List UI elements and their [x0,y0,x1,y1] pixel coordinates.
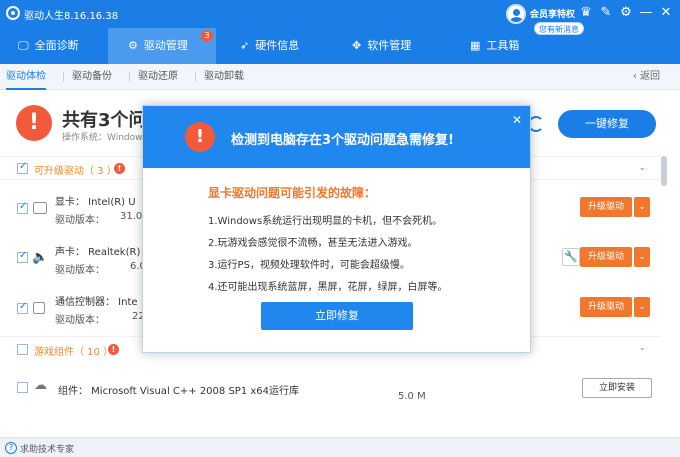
graphics-card-icon [33,202,47,214]
warning-icon: ! [108,344,119,355]
tab-divider [195,72,196,82]
dialog-title: 检测到电脑存在3个驱动问题急需修复! [231,133,454,148]
settings-gear-icon[interactable]: ⚙ [618,5,634,21]
back-link[interactable]: ‹ 返回 [633,64,660,90]
warning-icon: ! [114,163,125,174]
install-now-button[interactable]: 立即安装 [582,378,652,398]
alert-icon: ! [185,122,215,152]
nav-full-diagnosis[interactable]: 🖵 全面诊断 [18,28,108,64]
chevron-down-icon[interactable]: ⌄ [638,163,646,173]
alert-icon: ! [16,105,52,141]
driver-version-label: 驱动版本： [55,265,105,276]
section-label: 可升级驱动（ 3 ） [34,166,117,177]
app-title: 驱动人生8.16.16.38 [24,11,119,22]
chevron-down-icon[interactable]: ⌄ [634,297,650,317]
user-avatar[interactable] [506,4,526,24]
component-size: 5.0 M [398,391,426,402]
gear-icon: ⚙ [128,39,138,52]
expert-help-link[interactable]: 求助技术专家 [20,442,74,455]
tab-driver-check[interactable]: 驱动体检 [6,64,46,90]
upgrade-driver-button[interactable]: 升级驱动 [580,297,632,317]
fix-now-button[interactable]: 立即修复 [261,302,413,330]
chevron-down-icon[interactable]: ⌄ [634,247,650,267]
speaker-icon: 🔈 [32,250,49,265]
apps-icon: ✥ [352,39,362,52]
tab-driver-backup[interactable]: 驱动备份 [72,64,112,90]
cloud-icon: ☁ [34,378,47,393]
tab-divider [63,72,64,82]
upgrade-driver-button[interactable]: 升级驱动 [580,197,632,217]
nav-hardware-info[interactable]: ➶ 硬件信息 [240,28,330,64]
help-icon: ? [5,442,17,454]
wrench-icon[interactable]: 🔧 [562,248,580,266]
vip-privilege-link[interactable]: 会员享特权 [530,7,575,20]
crown-icon[interactable]: ♛ [578,5,594,21]
chevron-left-icon: ‹ [632,71,640,82]
status-bar: ? 求助技术专家 [0,437,680,457]
scrollbar-thumb[interactable] [661,156,667,186]
tab-driver-restore[interactable]: 驱动还原 [138,64,178,90]
driver-problem-dialog: ! 检测到电脑存在3个驱动问题急需修复! ✕ 显卡驱动问题可能引发的故障： 1.… [142,105,531,353]
minimize-icon[interactable]: — [638,5,654,21]
dialog-subtitle: 显卡驱动问题可能引发的故障： [208,186,377,200]
close-icon[interactable]: ✕ [512,114,522,126]
tab-divider [129,72,130,82]
row-checkbox[interactable] [17,201,28,214]
driver-version-label: 驱动版本： [55,215,105,226]
close-icon[interactable]: ✕ [658,5,674,21]
nav-driver-management[interactable]: ⚙ 驱动管理 3 [108,28,216,64]
issue-line: 3.运行PS，视频处理软件时，可能会超级慢。 [208,260,410,271]
app-window: 驱动人生8.16.16.38 会员享特权 ♛ ✎ ⚙ — ✕ 您有新消息 🖵 全面… [0,0,680,457]
driver-version-label: 驱动版本： [55,315,105,326]
new-message-badge[interactable]: 您有新消息 [534,22,584,35]
row-checkbox[interactable] [17,301,28,314]
section-checkbox[interactable] [17,344,28,355]
chip-icon [33,302,45,314]
app-logo-icon [6,6,20,20]
issue-line: 4.还可能出现系统蓝屏，黑屏，花屏，绿屏，白屏等。 [208,282,448,293]
skin-icon[interactable]: ✎ [598,5,614,21]
section-label: 游戏组件（ 10 ） [34,347,114,358]
monitor-icon: 🖵 [18,39,29,52]
sub-tabs: 驱动体检 驱动备份 驱动还原 驱动卸载 ‹ 返回 [0,64,680,90]
driver-name: 声卡： Realtek(R) [55,247,141,258]
driver-version: 31.0 [120,211,143,222]
os-info: 操作系统：Windows [62,133,148,143]
issue-line: 2.玩游戏会感觉很不流畅，甚至无法进入游戏。 [208,238,418,249]
one-click-fix-button[interactable]: 一键修复 [558,110,656,138]
tab-driver-uninstall[interactable]: 驱动卸载 [204,64,244,90]
nav-software-management[interactable]: ✥ 软件管理 [352,28,452,64]
upgrade-driver-button[interactable]: 升级驱动 [580,247,632,267]
driver-name: 显卡： Intel(R) U [55,197,136,208]
component-name: 组件： Microsoft Visual C++ 2008 SP1 x64运行库 [58,386,300,397]
chevron-down-icon[interactable]: ⌄ [638,343,646,353]
nav-badge: 3 [201,30,213,42]
issue-line: 1.Windows系统运行出现明显的卡机，但不会死机。 [208,216,443,227]
row-checkbox[interactable] [17,250,28,263]
row-checkbox[interactable] [17,382,28,393]
section-checkbox[interactable] [17,161,28,174]
chevron-down-icon[interactable]: ⌄ [634,197,650,217]
dialog-header: ! 检测到电脑存在3个驱动问题急需修复! ✕ [143,106,530,168]
toolbox-icon: ▦ [470,39,481,52]
driver-name: 通信控制器： Inte [55,297,138,308]
rocket-icon: ➶ [240,39,250,52]
